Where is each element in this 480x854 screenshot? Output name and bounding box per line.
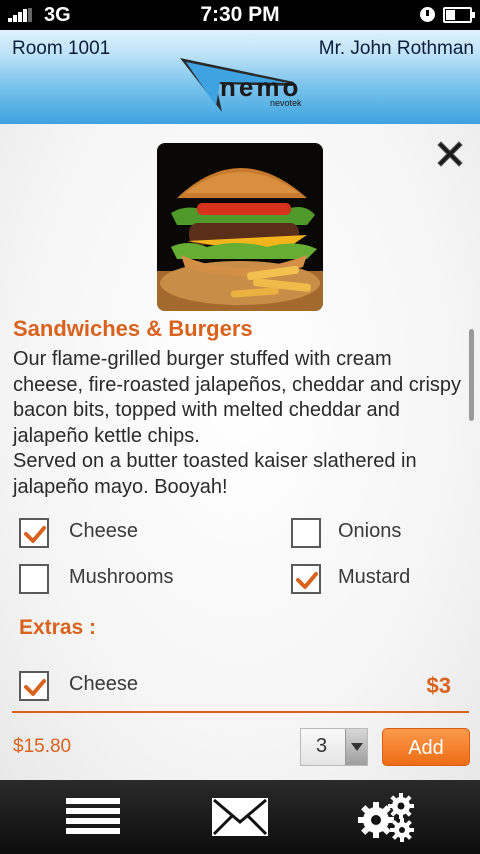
close-icon (437, 141, 463, 167)
bottom-nav (0, 780, 480, 854)
option-label: Onions (338, 520, 402, 542)
onions-checkbox[interactable] (291, 518, 321, 548)
add-button[interactable]: Add (382, 728, 470, 766)
gears-icon (358, 793, 414, 842)
quantity-select[interactable]: 3 (300, 728, 368, 766)
divider (12, 711, 469, 713)
item-description: Our flame-grilled burger stuffed with cr… (13, 347, 463, 500)
app-header: Room 1001 Mr. John Rothman nemo nevotek (0, 30, 480, 124)
battery-icon (443, 7, 475, 23)
extra-cheese[interactable]: Cheese (19, 671, 219, 703)
description-paragraph: Our flame-grilled burger stuffed with cr… (13, 348, 462, 447)
extra-price: $3 (426, 673, 451, 698)
option-label: Mustard (338, 566, 411, 588)
menu-button[interactable] (62, 790, 124, 844)
menu-icon (66, 798, 120, 834)
extra-cheese-checkbox[interactable] (19, 671, 49, 701)
status-time: 7:30 PM (200, 3, 280, 26)
close-button[interactable] (432, 136, 468, 172)
envelope-icon (212, 798, 268, 836)
chevron-down-icon[interactable] (345, 729, 367, 765)
option-onions[interactable]: Onions (291, 518, 451, 550)
logo-subtext: nevotek (270, 98, 302, 108)
alarm-icon (420, 7, 435, 22)
status-bar: 3G 7:30 PM (0, 0, 480, 30)
item-title: Sandwiches & Burgers (13, 316, 253, 341)
nemo-logo: nemo nevotek (176, 52, 306, 116)
mustard-checkbox[interactable] (291, 564, 321, 594)
extras-heading: Extras : (19, 616, 97, 639)
settings-button[interactable] (356, 790, 418, 844)
option-label: Mushrooms (69, 566, 174, 588)
mushrooms-checkbox[interactable] (19, 564, 49, 594)
quantity-value: 3 (316, 735, 328, 757)
checkmark-icon (296, 572, 318, 589)
checkmark-icon (24, 526, 46, 543)
scrollbar[interactable] (469, 329, 474, 421)
description-paragraph: Served on a butter toasted kaiser slathe… (13, 450, 417, 498)
item-detail-panel: Sandwiches & Burgers Our flame-grilled b… (0, 124, 480, 780)
guest-name: Mr. John Rothman (318, 38, 474, 59)
option-label: Cheese (69, 520, 138, 542)
option-mushrooms[interactable]: Mushrooms (19, 564, 219, 596)
checkmark-icon (24, 679, 46, 696)
messages-button[interactable] (210, 790, 270, 844)
option-mustard[interactable]: Mustard (291, 564, 451, 596)
order-total: $15.80 (13, 736, 72, 757)
cheese-checkbox[interactable] (19, 518, 49, 548)
burger-photo (157, 143, 323, 311)
extra-label: Cheese (69, 673, 138, 695)
option-cheese[interactable]: Cheese (19, 518, 199, 550)
room-number: Room 1001 (12, 38, 111, 59)
